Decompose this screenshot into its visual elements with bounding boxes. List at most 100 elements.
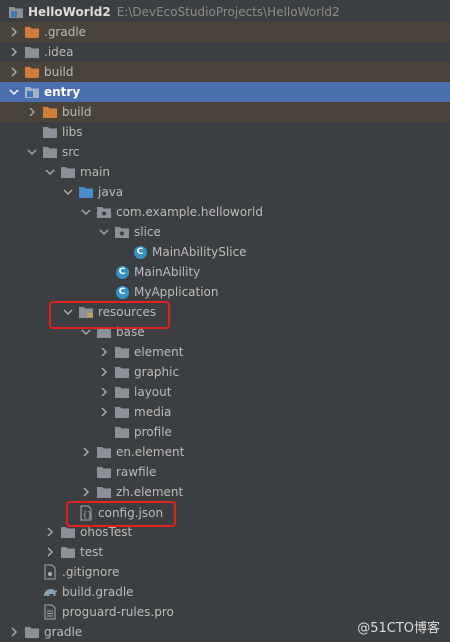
chevron-right-icon[interactable] [26,102,38,122]
chevron-right-icon[interactable] [8,622,20,642]
item-label: graphic [134,365,180,379]
tree-row-project-root[interactable]: HelloWorld2 E:\DevEcoStudioProjects\Hell… [0,2,450,22]
class-icon: C [114,284,130,300]
gitignore-file-icon [42,564,58,580]
module-folder-icon [8,4,24,20]
chevron-down-icon[interactable] [80,202,92,222]
chevron-down-icon[interactable] [44,162,56,182]
gradle-icon [42,584,58,600]
chevron-right-icon[interactable] [8,22,20,42]
highlight-box-config-json [66,501,176,527]
tree-row-src[interactable]: src [0,142,450,162]
item-label: layout [134,385,172,399]
tree-row-entry[interactable]: entry [0,82,450,102]
tree-row-gitignore[interactable]: .gitignore [0,562,450,582]
item-label: profile [134,425,172,439]
item-label: main [80,165,110,179]
folder-icon [114,364,130,380]
item-label: entry [44,85,81,99]
tree-row-graphic[interactable]: graphic [0,362,450,382]
item-label: MainAbility [134,265,201,279]
tree-row-package[interactable]: com.example.helloworld [0,202,450,222]
item-label: .gradle [44,25,87,39]
tree-row-gradle-dir[interactable]: .gradle [0,22,450,42]
chevron-down-icon[interactable] [62,182,74,202]
project-path: E:\DevEcoStudioProjects\HelloWorld2 [116,5,340,19]
tree-row-layout[interactable]: layout [0,382,450,402]
highlight-box-resources [49,301,170,329]
tree-row-entry-build[interactable]: build [0,102,450,122]
tree-row-main[interactable]: main [0,162,450,182]
folder-icon [96,444,112,460]
watermark: @51CTO博客 [357,621,440,636]
folder-icon [96,484,112,500]
chevron-right-icon[interactable] [80,482,92,502]
item-label: .idea [44,45,74,59]
package-icon [96,204,112,220]
folder-icon [60,164,76,180]
tree-row-java[interactable]: java [0,182,450,202]
tree-row-mainabilityslice[interactable]: C MainAbilitySlice [0,242,450,262]
tree-row-build-gradle[interactable]: build.gradle [0,582,450,602]
tree-row-en-element[interactable]: en.element [0,442,450,462]
source-folder-icon [78,184,94,200]
excluded-folder-icon [24,64,40,80]
chevron-down-icon[interactable] [26,142,38,162]
item-label: element [134,345,184,359]
module-folder-icon [24,84,40,100]
item-label: MyApplication [134,285,219,299]
chevron-right-icon[interactable] [98,402,110,422]
item-label: test [80,545,104,559]
item-label: java [98,185,124,199]
folder-icon [114,344,130,360]
folder-icon [42,124,58,140]
item-label: com.example.helloworld [116,205,263,219]
tree-row-profile[interactable]: profile [0,422,450,442]
tree-row-mainability[interactable]: C MainAbility [0,262,450,282]
text-file-icon [42,604,58,620]
class-icon: C [132,244,148,260]
chevron-right-icon[interactable] [8,62,20,82]
tree-row-element[interactable]: element [0,342,450,362]
item-label: media [134,405,172,419]
tree-row-test[interactable]: test [0,542,450,562]
item-label: build [44,65,74,79]
tree-row-zh-element[interactable]: zh.element [0,482,450,502]
chevron-right-icon[interactable] [98,342,110,362]
item-label: zh.element [116,485,184,499]
chevron-right-icon[interactable] [98,382,110,402]
folder-icon [114,424,130,440]
excluded-folder-icon [24,24,40,40]
tree-row-idea[interactable]: .idea [0,42,450,62]
project-name: HelloWorld2 [28,5,111,19]
folder-icon [24,44,40,60]
item-label: proguard-rules.pro [62,605,174,619]
chevron-right-icon[interactable] [98,362,110,382]
item-label: MainAbilitySlice [152,245,247,259]
chevron-right-icon[interactable] [44,522,56,542]
tree-row-myapplication[interactable]: C MyApplication [0,282,450,302]
chevron-right-icon[interactable] [44,542,56,562]
item-label: en.element [116,445,185,459]
chevron-right-icon[interactable] [8,42,20,62]
item-label: slice [134,225,161,239]
tree-row-libs[interactable]: libs [0,122,450,142]
folder-icon [42,144,58,160]
chevron-right-icon[interactable] [80,442,92,462]
folder-icon [114,384,130,400]
tree-row-build[interactable]: build [0,62,450,82]
tree-row-rawfile[interactable]: rawfile [0,462,450,482]
folder-icon [96,464,112,480]
item-label: gradle [44,625,83,639]
item-label: build [62,105,92,119]
tree-row-media[interactable]: media [0,402,450,422]
item-label: .gitignore [62,565,120,579]
item-label: rawfile [116,465,157,479]
tree-row-slice[interactable]: slice [0,222,450,242]
chevron-down-icon[interactable] [98,222,110,242]
excluded-folder-icon [42,104,58,120]
item-label: build.gradle [62,585,134,599]
chevron-down-icon[interactable] [8,82,20,102]
folder-icon [114,404,130,420]
package-icon [114,224,130,240]
